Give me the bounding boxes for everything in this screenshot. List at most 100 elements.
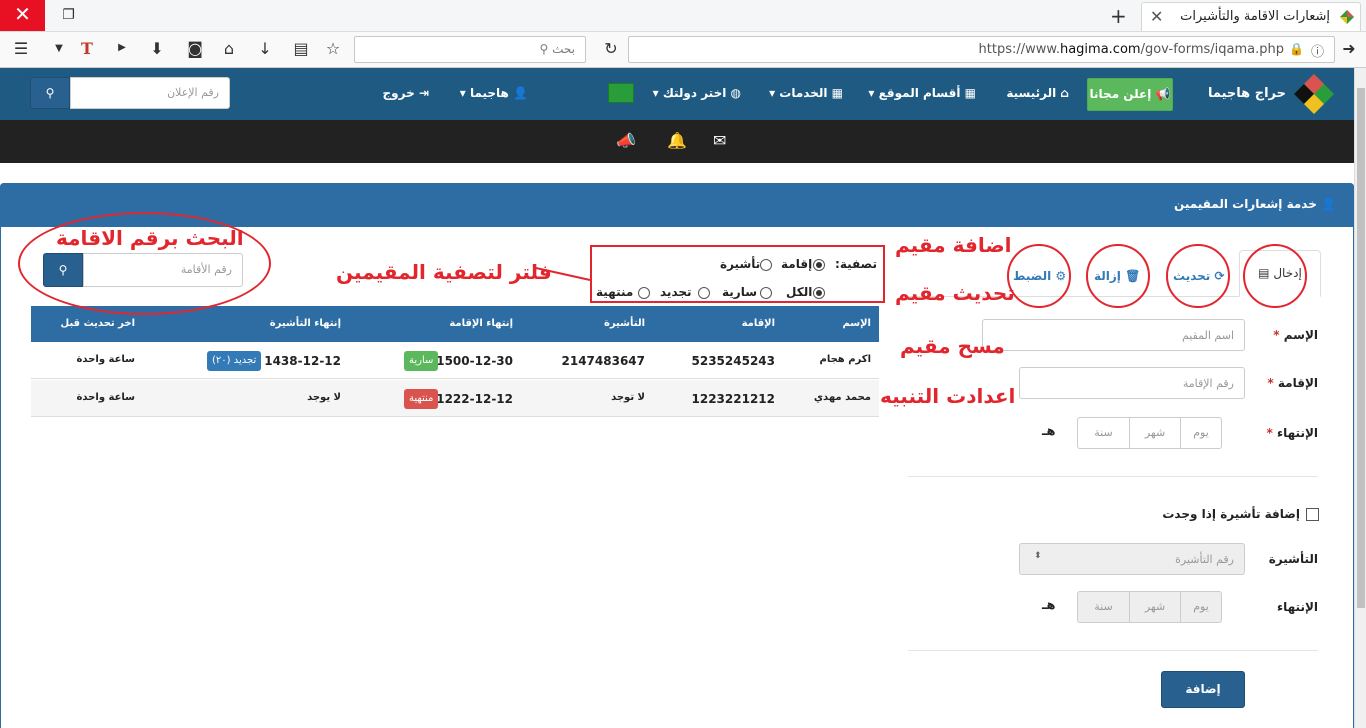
cell-last-update: ساعة واحدة [76,354,136,365]
browser-search-input[interactable]: بحث ⚲ [354,36,586,63]
advertise-free-button[interactable]: 📢 إعلن مجانا [1087,78,1173,111]
downloads-icon[interactable]: ↓ [254,39,276,58]
nav-services-dropdown[interactable]: ▦ الخدمات ▾ [769,86,843,100]
filter-renew-radio[interactable] [698,287,710,299]
annotation-alert-settings: اعدادت التنبيه [880,384,1016,408]
expiry-day-input[interactable]: يوم [1180,417,1222,449]
scrollbar-thumb[interactable] [1357,88,1365,608]
overflow-chevron-icon[interactable]: ▼ [48,43,70,54]
annotation-circle-remove [1086,244,1150,308]
filter-valid-label: سارية [722,285,757,299]
page-scrollbar[interactable] [1354,68,1366,728]
window-restore-button[interactable]: ❐ [46,0,91,31]
nav-logout-link[interactable]: ⇥ خروج [383,86,429,100]
translate-icon[interactable]: T [76,39,98,58]
filter-all-radio[interactable] [813,287,825,299]
visa-expiry-day-input[interactable]: يوم [1180,591,1222,623]
filter-type-visa-radio[interactable] [760,259,772,271]
annotation-add-resident: اضافة مقيم [895,233,1012,257]
status-badge: تجديد (٢٠) [207,351,262,371]
col-name: الإسم [842,318,871,329]
country-flag-icon[interactable] [608,83,634,103]
site-favicon-icon [1340,10,1354,24]
add-visa-checkbox[interactable] [1306,508,1319,521]
site-name[interactable]: حراج هاجيما [1208,86,1286,101]
pocket-icon[interactable]: ◙ [184,39,206,58]
bell-icon[interactable]: 🔔 [667,131,687,150]
annotation-search-by-iqama: البحث برقم الاقامة [56,226,244,250]
user-icon: 👤 [1316,197,1336,211]
megaphone-icon: 📢 [1155,87,1171,101]
cell-name: محمد مهدي [813,392,871,403]
reading-list-icon[interactable]: ▤ [290,39,312,58]
lock-icon: 🔒 [1289,42,1304,56]
col-visa: التأشيرة [603,318,645,329]
annotation-arrow-line [535,267,591,281]
user-icon: 👤 [508,86,528,100]
nav-country-dropdown[interactable]: ◍ اختر دولتك ▾ [653,86,741,100]
nav-home-link[interactable]: ⌂ الرئيسية [1006,86,1069,100]
cell-iqama-expiry: 1222-12-12 [436,392,513,406]
new-tab-button[interactable]: + [1110,4,1127,28]
tab-close-icon[interactable]: ✕ [1150,7,1163,26]
cell-visa: لا توجد [611,392,645,403]
filter-type-iqama-label: إقامة [781,257,813,271]
filter-label: تصفية: [835,257,877,271]
filter-expired-radio[interactable] [638,287,650,299]
filter-valid-radio[interactable] [760,287,772,299]
grid-icon: ▦ [827,86,843,100]
cell-iqama: 5235245243 [691,354,776,368]
expiry-year-input[interactable]: سنة [1077,417,1129,449]
ad-number-search-input[interactable]: رقم الإعلان [70,77,230,109]
site-logo[interactable] [1294,74,1334,114]
filter-expired-label: منتهية [596,285,634,299]
site-header: حراج هاجيما 📢 إعلن مجانا ⌂ الرئيسية ▦ أق… [0,68,1366,120]
window-close-button[interactable]: ✕ [0,0,45,31]
cell-name: اكرم هجام [819,354,872,365]
ad-search-button[interactable]: ⚲ [30,77,70,109]
envelope-icon[interactable]: ✉ [713,131,726,150]
annotation-filter-residents: فلتر لتصفية المقيمين [336,260,552,284]
logout-icon: ⇥ [414,86,429,100]
cell-visa-expiry: لا يوجد [307,392,341,403]
filter-box: تصفية: إقامة تأشيرة الكل سارية تجديد منت… [590,245,885,303]
cell-visa: 2147483647 [561,354,646,368]
caret-down-icon: ▾ [769,86,776,100]
resident-name-input[interactable]: اسم المقيم [982,319,1245,351]
visa-expiry-month-input[interactable]: شهر [1129,591,1180,623]
forward-arrow-icon[interactable]: ➜ [1338,39,1360,58]
table-row[interactable]: محمد مهدي 1223221212 لا توجد 1222-12-12 … [31,380,879,417]
annotation-delete-resident: مسح مقيم [900,334,1005,358]
menu-icon[interactable]: ☰ [10,39,32,58]
visa-label: التأشيرة [1268,552,1318,566]
youtube-icon[interactable]: ▶ [111,42,133,53]
iqama-label: الإقامة * [1267,376,1318,390]
add-resident-button[interactable]: إضافة [1161,671,1245,708]
annotation-circle-refresh [1166,244,1230,308]
home-icon[interactable]: ⌂ [218,39,240,58]
cell-iqama-expiry: 1500-12-30 [436,354,513,368]
visa-number-input[interactable]: رقم التأشيرة ⬍ [1019,543,1245,575]
filter-type-iqama-radio[interactable] [813,259,825,271]
visa-expiry-year-input[interactable]: سنة [1077,591,1129,623]
table-row[interactable]: اكرم هجام 5235245243 2147483647 1500-12-… [31,342,879,379]
download-gray-icon[interactable]: ⬇ [146,39,168,58]
iqama-number-input[interactable]: رقم الإقامة [1019,367,1245,399]
caret-down-icon: ▾ [868,86,875,100]
annotation-update-resident: تحديث مقيم [895,281,1015,305]
spinner-icon[interactable]: ⬍ [1034,551,1042,561]
cell-visa-expiry: 1438-12-12 [264,354,341,368]
status-badge: سارية [404,351,439,371]
browser-tab[interactable]: إشعارات الاقامة والتأشيرات ✕ [1141,2,1361,31]
megaphone-icon[interactable]: 📣 [616,131,636,150]
expiry-month-input[interactable]: شهر [1129,417,1180,449]
hijri-suffix: هـ [1042,598,1056,613]
col-visa-expiry: إنتهاء التأشيرة [269,318,341,329]
url-bar[interactable]: https://www.hagima.com/gov-forms/iqama.p… [628,36,1335,63]
reload-icon[interactable]: ↻ [600,39,622,58]
bookmark-star-icon[interactable]: ☆ [322,39,344,58]
info-icon[interactable]: ⓘ [1311,41,1324,60]
search-placeholder: بحث ⚲ [539,42,576,56]
nav-user-dropdown[interactable]: 👤 هاجيما ▾ [460,86,528,100]
nav-sections-dropdown[interactable]: ▦ أقسام الموقع ▾ [868,86,976,100]
